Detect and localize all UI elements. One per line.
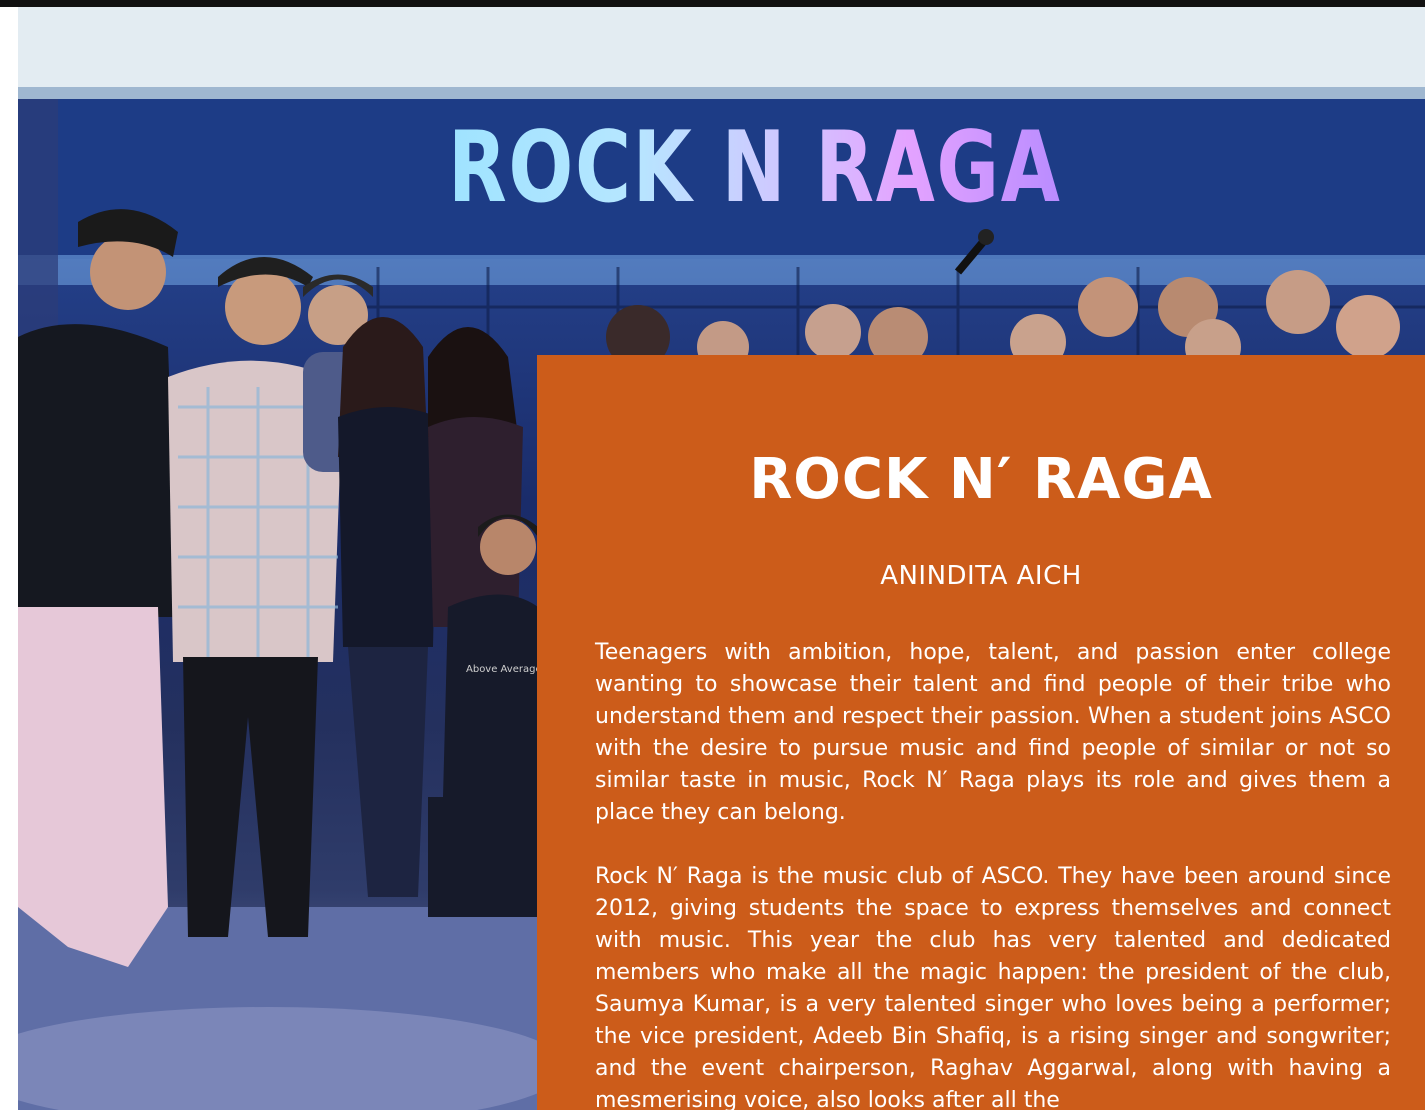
article-paragraph-1: Teenagers with ambition, hope, talent, a… — [595, 640, 1391, 825]
article-paragraph-2: Rock N′ Raga is the music club of ASCO. … — [595, 864, 1391, 1113]
shirt-print: Above Average — [466, 664, 542, 675]
article-title-text: ROCK N′ RAGA — [749, 447, 1213, 512]
article-title: ROCK N′ RAGA — [537, 452, 1425, 508]
banner-sign-text: ROCK N RAGA — [448, 111, 1062, 225]
article-author: ANINDITA AICH — [880, 561, 1082, 591]
top-border-line — [0, 0, 1425, 7]
